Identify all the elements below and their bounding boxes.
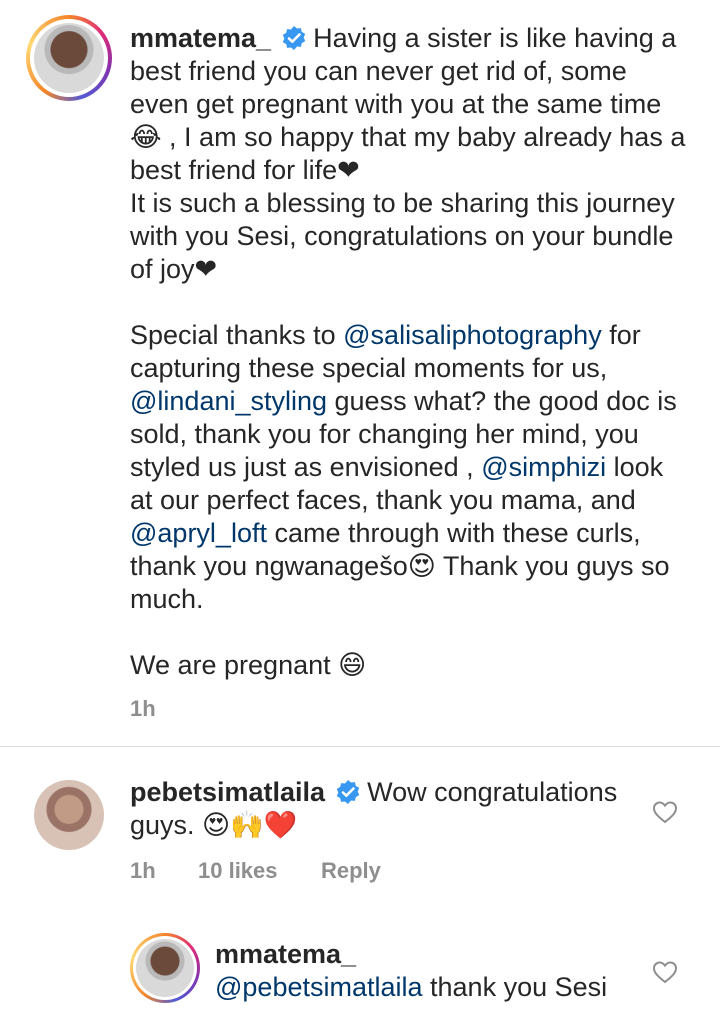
mention-link[interactable]: @salisaliphotography — [343, 320, 602, 350]
comment-author-avatar[interactable] — [34, 780, 104, 850]
mention-link[interactable]: @lindani_styling — [130, 386, 327, 416]
divider — [0, 746, 720, 747]
comment-username[interactable]: pebetsimatlaila — [130, 777, 325, 807]
caption-paragraph-4: We are pregnant 😄 — [130, 650, 367, 680]
verified-badge-icon — [281, 25, 307, 51]
caption-paragraph-2: It is such a blessing to be sharing this… — [130, 188, 675, 284]
verified-badge-icon — [335, 779, 361, 805]
avatar — [136, 939, 194, 997]
comment-likes-count[interactable]: 10 likes — [198, 858, 278, 884]
comment-timestamp: 1h — [130, 858, 156, 883]
avatar — [34, 23, 104, 93]
mention-link[interactable]: @simphizi — [481, 452, 606, 482]
like-heart-icon[interactable] — [652, 960, 678, 984]
caption-text: Special thanks to — [130, 320, 344, 350]
reply-username[interactable]: mmatema_ — [215, 939, 356, 969]
reply-button[interactable]: Reply — [321, 858, 381, 884]
post-username[interactable]: mmatema_ — [130, 23, 271, 53]
post-timestamp: 1h — [130, 696, 156, 721]
reply-body: mmatema_ @pebetsimatlaila thank you Sesi — [215, 938, 645, 1004]
reply-text: thank you Sesi — [422, 972, 608, 1002]
mention-link[interactable]: @pebetsimatlaila — [215, 972, 423, 1002]
like-heart-icon[interactable] — [652, 800, 678, 824]
post-caption: mmatema_ Having a sister is like having a… — [130, 22, 690, 682]
mention-link[interactable]: @apryl_loft — [130, 518, 267, 548]
comment-body: pebetsimatlaila Wow congratulations guys.… — [130, 776, 630, 842]
